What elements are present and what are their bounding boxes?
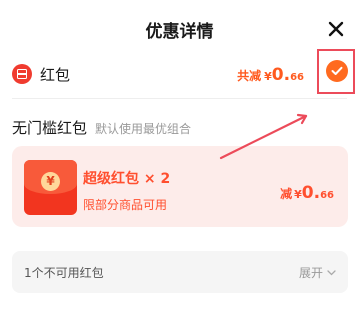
expand-label: 展开 xyxy=(298,266,323,280)
coupon-card[interactable]: ¥ 超级红包 × 2 限部分商品可用 减 ¥ 0. 66 xyxy=(12,146,348,227)
coupon-deduct-label: 减 xyxy=(280,187,293,201)
red-packet-label: 红包 xyxy=(40,66,71,84)
discount-details-sheet: 优惠详情 红包 共减 ¥ 0. 66 无门槛红包 默认使用最优组合 ¥ 超级红包… xyxy=(0,0,359,336)
page-title: 优惠详情 xyxy=(145,22,214,42)
red-packet-icon xyxy=(12,64,32,84)
unavailable-coupons-row[interactable]: 1个不可用红包 展开 xyxy=(12,251,348,293)
chevron-down-icon xyxy=(327,269,336,275)
coupon-title: 超级红包 × 2 xyxy=(83,171,171,187)
coupon-amount-integer: 0. xyxy=(301,183,321,203)
red-packet-row[interactable]: 红包 共减 ¥ 0. 66 xyxy=(0,56,359,96)
red-packet-checkbox[interactable] xyxy=(326,60,348,82)
section-title: 无门槛红包 xyxy=(12,119,88,137)
total-amount-integer: 0. xyxy=(271,65,291,85)
unavailable-label: 1个不可用红包 xyxy=(24,266,104,280)
close-button[interactable] xyxy=(321,14,351,44)
expand-button[interactable]: 展开 xyxy=(299,264,336,281)
red-envelope-icon: ¥ xyxy=(24,160,77,215)
coupon-currency: ¥ xyxy=(294,188,302,201)
total-discount-label: 共减 xyxy=(237,69,262,83)
currency-symbol: ¥ xyxy=(264,70,272,83)
coupon-description: 限部分商品可用 xyxy=(83,198,168,212)
divider xyxy=(12,98,347,99)
header: 优惠详情 xyxy=(0,0,359,56)
coupon-amount-decimal: 66 xyxy=(320,190,334,201)
coupon-icon-glyph: ¥ xyxy=(41,172,60,191)
coupon-amount: 减 ¥ 0. 66 xyxy=(280,183,334,203)
checkmark-icon xyxy=(331,66,343,75)
close-icon xyxy=(328,21,344,37)
total-amount-decimal: 66 xyxy=(290,72,304,83)
total-discount: 共减 ¥ 0. 66 xyxy=(237,65,304,85)
section-subtitle: 默认使用最优组合 xyxy=(95,122,192,136)
